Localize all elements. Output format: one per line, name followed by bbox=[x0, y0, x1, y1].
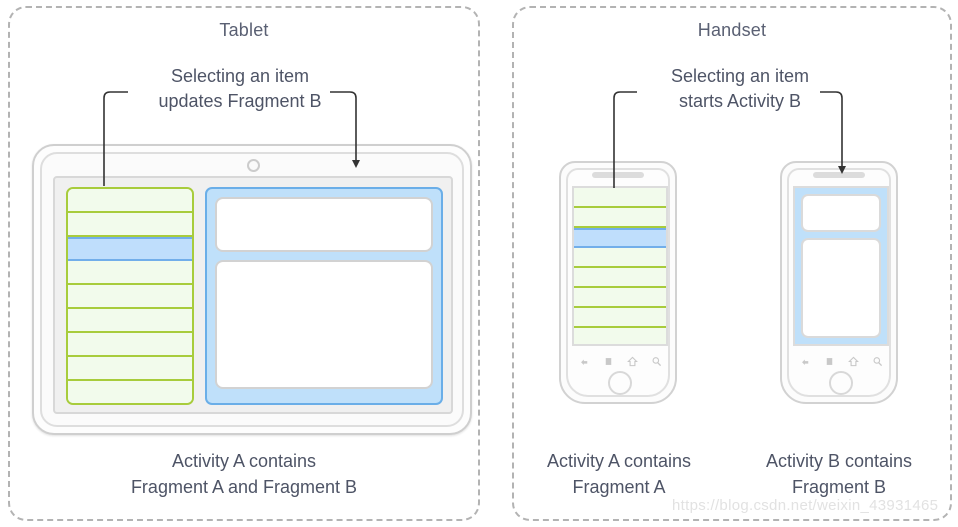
detail-card bbox=[801, 238, 881, 338]
list-item[interactable] bbox=[574, 188, 666, 208]
phone-b-fragment-b-detail bbox=[795, 188, 887, 344]
menu-icon[interactable] bbox=[603, 354, 614, 365]
home-icon[interactable] bbox=[847, 354, 859, 366]
phone-a-fragment-a-list[interactable] bbox=[574, 188, 666, 344]
list-item[interactable] bbox=[574, 248, 666, 268]
detail-card bbox=[215, 197, 433, 252]
back-icon[interactable] bbox=[800, 354, 811, 365]
list-item[interactable] bbox=[574, 208, 666, 228]
tablet-fragment-b-detail bbox=[205, 187, 443, 405]
list-item-selected[interactable] bbox=[574, 228, 666, 248]
list-item[interactable] bbox=[574, 288, 666, 308]
list-item[interactable] bbox=[68, 285, 192, 309]
list-item[interactable] bbox=[574, 268, 666, 288]
panel-title-tablet: Tablet bbox=[219, 20, 269, 40]
tablet-fragment-a-list[interactable] bbox=[66, 187, 194, 405]
callout-text-tablet: Selecting an item updates Fragment B bbox=[158, 66, 322, 111]
phone-b-nav-bar bbox=[793, 351, 889, 367]
list-item[interactable] bbox=[574, 328, 666, 344]
callout-text-handset: Selecting an item starts Activity B bbox=[670, 66, 810, 111]
list-item[interactable] bbox=[68, 357, 192, 381]
search-icon[interactable] bbox=[872, 354, 883, 366]
caption-phone-a: Activity A contains Fragment A bbox=[546, 451, 692, 497]
speaker-grill-icon bbox=[592, 172, 644, 178]
list-item[interactable] bbox=[574, 308, 666, 328]
search-icon[interactable] bbox=[651, 354, 662, 366]
home-icon[interactable] bbox=[626, 354, 638, 366]
list-item[interactable] bbox=[68, 381, 192, 403]
list-item-selected[interactable] bbox=[68, 237, 192, 261]
detail-card bbox=[215, 260, 433, 389]
phone-a-nav-bar bbox=[572, 351, 668, 367]
list-item[interactable] bbox=[68, 333, 192, 357]
watermark: https://blog.csdn.net/weixin_43931465 bbox=[672, 497, 939, 514]
tablet-screen bbox=[53, 176, 453, 414]
tablet-device bbox=[32, 144, 472, 435]
menu-icon[interactable] bbox=[824, 354, 835, 365]
trackball-icon[interactable] bbox=[829, 371, 853, 395]
list-item[interactable] bbox=[68, 261, 192, 285]
back-icon[interactable] bbox=[579, 354, 590, 365]
detail-card bbox=[801, 194, 881, 232]
phone-a-screen bbox=[572, 186, 668, 346]
trackball-icon[interactable] bbox=[608, 371, 632, 395]
speaker-grill-icon bbox=[813, 172, 865, 178]
phone-a-device bbox=[559, 161, 677, 404]
list-item[interactable] bbox=[68, 309, 192, 333]
panel-title-handset: Handset bbox=[697, 20, 767, 40]
camera-dot-icon bbox=[247, 159, 260, 172]
phone-b-device bbox=[780, 161, 898, 404]
list-item[interactable] bbox=[68, 189, 192, 213]
caption-tablet: Activity A contains Fragment A and Fragm… bbox=[130, 451, 358, 497]
list-item[interactable] bbox=[68, 213, 192, 237]
phone-b-screen bbox=[793, 186, 889, 346]
caption-phone-b: Activity B contains Fragment B bbox=[765, 451, 913, 497]
